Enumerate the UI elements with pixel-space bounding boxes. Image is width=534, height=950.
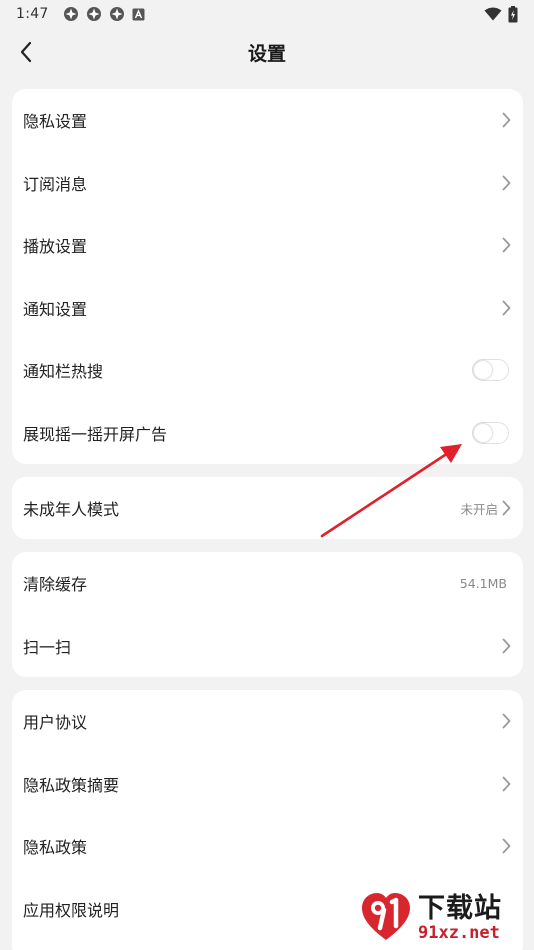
row-right: 未开启 [460,499,511,518]
row-label: 隐私设置 [23,112,88,132]
minor-mode-status: 未开启 [460,501,498,517]
row-right: 54.1MB [460,576,511,591]
site-watermark: 下载站 91xz.net [358,888,530,948]
row-label: 展现摇一摇开屏广告 [23,424,168,444]
row-label: 播放设置 [23,237,88,257]
chevron-right-icon [502,776,511,792]
subscription-messages-row[interactable]: 订阅消息 [12,152,523,215]
app-notification-icon [109,7,124,21]
row-label: 清除缓存 [23,575,88,595]
shake-splash-ad-row: 展现摇一摇开屏广告 [12,402,523,465]
row-right [502,300,511,316]
chevron-right-icon [502,300,511,316]
page-title: 设置 [247,42,286,65]
settings-group-tools: 清除缓存 54.1MB 扫一扫 [12,552,523,677]
chevron-right-icon [502,638,511,654]
playback-settings-row[interactable]: 播放设置 [12,214,523,277]
scan-row[interactable]: 扫一扫 [12,615,523,678]
notification-bar-trending-row: 通知栏热搜 [12,339,523,402]
notification-trending-toggle[interactable] [472,359,509,382]
toggle-knob [474,423,492,442]
row-label: 隐私政策 [23,838,88,858]
row-label: 通知设置 [23,299,88,319]
row-label: 未成年人模式 [23,500,120,519]
row-right [472,359,511,382]
app-notification-icon [86,7,101,21]
row-right [502,112,511,128]
watermark-title: 下载站 [418,893,502,924]
text-a-icon [132,8,145,20]
watermark-text: 下载站 91xz.net [418,893,502,943]
row-right [502,175,511,191]
privacy-policy-row[interactable]: 隐私政策 [12,815,523,878]
user-agreement-row[interactable]: 用户协议 [12,690,523,753]
back-button[interactable] [12,38,40,66]
row-label: 应用权限说明 [23,900,120,920]
clear-cache-row[interactable]: 清除缓存 54.1MB [12,552,523,615]
row-right [502,713,511,729]
toggle-knob [474,361,492,380]
row-right [502,638,511,654]
settings-group-general: 隐私设置 订阅消息 播放设置 通知设置 通知栏热搜 展现摇一摇开屏广告 [12,89,523,464]
watermark-url: 91xz.net [418,923,500,943]
status-bar: 1:47 [0,0,534,28]
row-label: 隐私政策摘要 [23,775,120,795]
chevron-right-icon [502,237,511,253]
status-time: 1:47 [16,6,49,22]
app-notification-icon [63,7,78,21]
notification-settings-row[interactable]: 通知设置 [12,277,523,340]
wifi-icon [484,7,502,21]
chevron-right-icon [502,500,511,516]
notification-icons [63,6,145,22]
privacy-settings-row[interactable]: 隐私设置 [12,89,523,152]
battery-charging-icon [508,5,518,22]
row-label: 扫一扫 [23,637,72,657]
settings-group-minor-mode: 未成年人模式 未开启 [12,477,523,539]
privacy-policy-summary-row[interactable]: 隐私政策摘要 [12,753,523,816]
chevron-right-icon [502,713,511,729]
title-bar: 设置 [0,28,534,76]
row-label: 订阅消息 [23,174,88,194]
chevron-right-icon [502,175,511,191]
row-label: 通知栏热搜 [23,362,104,382]
91-logo-icon [362,893,410,940]
row-right [472,421,511,444]
row-label: 用户协议 [23,713,88,733]
minor-mode-row[interactable]: 未成年人模式 未开启 [12,477,523,539]
chevron-right-icon [502,112,511,128]
chevron-right-icon [502,838,511,854]
back-arrow-icon [20,41,32,63]
row-right [502,776,511,792]
system-icons [484,5,518,23]
row-right [502,237,511,253]
row-right [502,838,511,854]
cache-size: 54.1MB [459,575,507,591]
shake-splash-ad-toggle[interactable] [472,421,509,444]
